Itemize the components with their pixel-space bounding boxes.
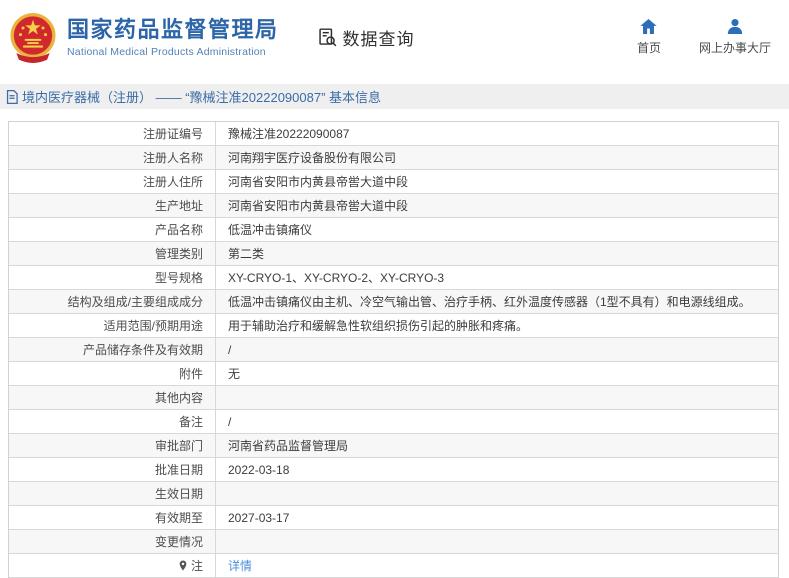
nav-home-label: 首页 [636,41,661,55]
row-label: 有效期至 [9,506,216,529]
row-value: 详情 [216,554,778,577]
row-value: 2022-03-18 [228,462,290,477]
brand[interactable]: 国家药品监督管理局 National Medical Products Admi… [8,11,279,65]
breadcrumb-text: 境内医疗器械（注册） —— “豫械注准20222090087” 基本信息 [22,90,382,105]
row-label: 适用范围/预期用途 [9,314,216,337]
header-nav: 首页 网上办事大厅 [629,19,771,56]
table-row: 适用范围/预期用途 用于辅助治疗和缓解急性软组织损伤引起的肿胀和疼痛。 [9,314,778,338]
table-row: 结构及组成/主要组成成分 低温冲击镇痛仪由主机、冷空气输出管、治疗手柄、红外温度传… [9,290,778,314]
row-label: 管理类别 [9,242,216,265]
row-label: 附件 [9,362,216,385]
brand-text: 国家药品监督管理局 National Medical Products Admi… [67,17,279,58]
row-value: 河南省安阳市内黄县帝喾大道中段 [228,174,409,189]
row-label: 型号规格 [9,266,216,289]
table-row: 产品储存条件及有效期 / [9,338,778,362]
row-label: 注册人名称 [9,146,216,169]
home-icon [640,19,658,34]
row-label-text: 注 [190,559,203,573]
national-emblem-logo [10,12,56,63]
table-row: 附件无 [9,362,778,386]
row-label: 批准日期 [9,458,216,481]
row-value: 低温冲击镇痛仪由主机、冷空气输出管、治疗手柄、红外温度传感器（1型不具有）和电源… [228,294,751,309]
row-value [216,482,778,505]
nav-service-hall[interactable]: 网上办事大厅 [699,19,771,56]
row-value [216,530,778,553]
org-name-cn: 国家药品监督管理局 [67,17,279,42]
breadcrumb: 境内医疗器械（注册） —— “豫械注准20222090087” 基本信息 [0,84,789,109]
nav-home[interactable]: 首页 [629,19,669,56]
org-name-en: National Medical Products Administration [67,46,266,58]
note-pin-icon [179,560,187,571]
row-label: 注 [9,554,216,577]
row-value: 河南省安阳市内黄县帝喾大道中段 [228,198,409,213]
table-row: 注册人住所 河南省安阳市内黄县帝喾大道中段 [9,170,778,194]
row-label: 注册人住所 [9,170,216,193]
document-icon [6,89,18,104]
row-label: 审批部门 [9,434,216,457]
table-row: 生产地址 河南省安阳市内黄县帝喾大道中段 [9,194,778,218]
table-row: 备注 / [9,410,778,434]
table-row: 变更情况 [9,530,778,554]
details-link[interactable]: 详情 [228,558,252,574]
table-row: 产品名称 低温冲击镇痛仪 [9,218,778,242]
row-value: 低温冲击镇痛仪 [228,222,313,237]
row-value: 2027-03-17 [228,510,290,525]
row-value: 豫械注准20222090087 [228,126,350,141]
row-value [216,386,778,409]
row-value: / [228,342,232,357]
row-label: 产品储存条件及有效期 [9,338,216,361]
table-row: 审批部门 河南省药品监督管理局 [9,434,778,458]
table-row: 其他内容 [9,386,778,410]
table-row: 注册人名称 河南翔宇医疗设备股份有限公司 [9,146,778,170]
row-label: 生产地址 [9,194,216,217]
site-header: 国家药品监督管理局 National Medical Products Admi… [0,0,789,75]
table-row: 型号规格 XY-CRYO-1、XY-CRYO-2、XY-CRYO-3 [9,266,778,290]
row-value: 第二类 [228,246,265,261]
row-label: 变更情况 [9,530,216,553]
data-query-title: 数据查询 [317,25,415,50]
table-row: 管理类别 第二类 [9,242,778,266]
table-row: 有效期至 2027-03-17 [9,506,778,530]
row-label: 结构及组成/主要组成成分 [9,290,216,313]
row-label: 其他内容 [9,386,216,409]
row-value: 河南省药品监督管理局 [228,438,349,453]
row-label: 产品名称 [9,218,216,241]
row-value: 用于辅助治疗和缓解急性软组织损伤引起的肿胀和疼痛。 [228,318,529,333]
table-row: 批准日期 2022-03-18 [9,458,778,482]
row-value: / [228,414,232,429]
nav-service-hall-label: 网上办事大厅 [698,41,771,55]
row-label: 生效日期 [9,482,216,505]
document-search-icon [318,28,336,47]
row-value: 无 [228,366,241,381]
person-icon [727,19,743,34]
page: 国家药品监督管理局 National Medical Products Admi… [0,0,789,578]
info-table: 注册证编号 豫械注准20222090087 注册人名称 河南翔宇医疗设备股份有限公司注… [8,121,779,578]
row-label: 备注 [9,410,216,433]
row-label: 注册证编号 [9,122,216,145]
main-content: 注册证编号 豫械注准20222090087 注册人名称 河南翔宇医疗设备股份有限公司注… [0,121,789,578]
table-row: 注册证编号 豫械注准20222090087 [9,122,778,146]
row-value: 河南翔宇医疗设备股份有限公司 [228,150,397,165]
row-value: XY-CRYO-1、XY-CRYO-2、XY-CRYO-3 [228,270,445,285]
table-row: 注 详情 [9,554,778,578]
table-row: 生效日期 [9,482,778,506]
data-query-label: 数据查询 [342,30,415,49]
